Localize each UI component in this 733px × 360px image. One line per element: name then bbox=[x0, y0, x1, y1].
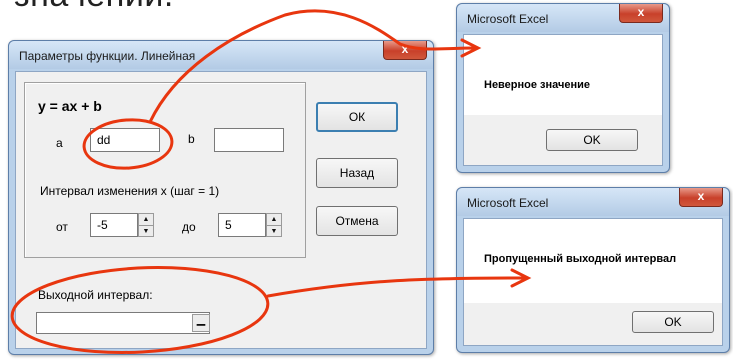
msgbox1-client: Неверное значение OK bbox=[463, 34, 663, 166]
to-input[interactable]: 5 bbox=[218, 213, 266, 237]
b-input[interactable] bbox=[214, 128, 284, 152]
msgbox1-title-bar: Microsoft Excel x bbox=[457, 4, 669, 32]
from-spinner[interactable]: ▲ ▼ bbox=[138, 213, 154, 237]
msgbox1-title: Microsoft Excel bbox=[467, 12, 549, 26]
range-select-icon[interactable]: ▁ bbox=[192, 314, 210, 332]
dialog-close-button[interactable]: x bbox=[383, 41, 427, 60]
to-label: до bbox=[182, 220, 196, 234]
msgbox1-close-button[interactable]: x bbox=[619, 4, 663, 23]
msgbox-missing-output-range: Microsoft Excel x Пропущенный выходной и… bbox=[456, 187, 730, 353]
msgbox-invalid-value: Microsoft Excel x Неверное значение OK bbox=[456, 3, 670, 173]
a-label: a bbox=[56, 136, 63, 150]
close-icon: x bbox=[401, 42, 409, 56]
output-range-label: Выходной интервал: bbox=[38, 288, 153, 302]
msgbox2-ok-button[interactable]: OK bbox=[632, 311, 714, 333]
ok-button[interactable]: ОК bbox=[316, 102, 398, 132]
function-params-dialog: Параметры функции. Линейная x y = ax + b… bbox=[8, 40, 434, 355]
interval-label: Интервал изменения х (шаг = 1) bbox=[40, 184, 220, 198]
slide-heading: значений. bbox=[14, 0, 174, 15]
dialog-title-bar: Параметры функции. Линейная x bbox=[9, 41, 433, 69]
dialog-client-area: y = ax + b a dd b Интервал изменения х (… bbox=[15, 71, 427, 349]
msgbox2-close-button[interactable]: x bbox=[679, 188, 723, 207]
msgbox1-message-area bbox=[464, 35, 662, 115]
a-input[interactable]: dd bbox=[90, 128, 160, 152]
back-button[interactable]: Назад bbox=[316, 158, 398, 188]
formula-label: y = ax + b bbox=[38, 98, 102, 114]
close-icon: x bbox=[637, 5, 645, 19]
from-input[interactable]: -5 bbox=[90, 213, 138, 237]
b-label: b bbox=[188, 132, 195, 146]
dialog-title: Параметры функции. Линейная bbox=[19, 49, 196, 63]
output-range-input[interactable] bbox=[36, 312, 210, 334]
msgbox2-client: Пропущенный выходной интервал OK bbox=[463, 218, 723, 346]
from-label: от bbox=[56, 220, 68, 234]
to-spinner[interactable]: ▲ ▼ bbox=[266, 213, 282, 237]
spin-down-icon[interactable]: ▼ bbox=[139, 225, 153, 237]
spin-up-icon[interactable]: ▲ bbox=[139, 214, 153, 225]
msgbox1-ok-button[interactable]: OK bbox=[546, 129, 638, 151]
close-icon: x bbox=[697, 189, 705, 203]
cancel-button[interactable]: Отмена bbox=[316, 206, 398, 236]
spin-up-icon[interactable]: ▲ bbox=[267, 214, 281, 225]
msgbox2-title-bar: Microsoft Excel x bbox=[457, 188, 729, 216]
msgbox2-message: Пропущенный выходной интервал bbox=[484, 253, 677, 265]
msgbox1-message: Неверное значение bbox=[484, 79, 591, 91]
spin-down-icon[interactable]: ▼ bbox=[267, 225, 281, 237]
msgbox2-title: Microsoft Excel bbox=[467, 196, 549, 210]
